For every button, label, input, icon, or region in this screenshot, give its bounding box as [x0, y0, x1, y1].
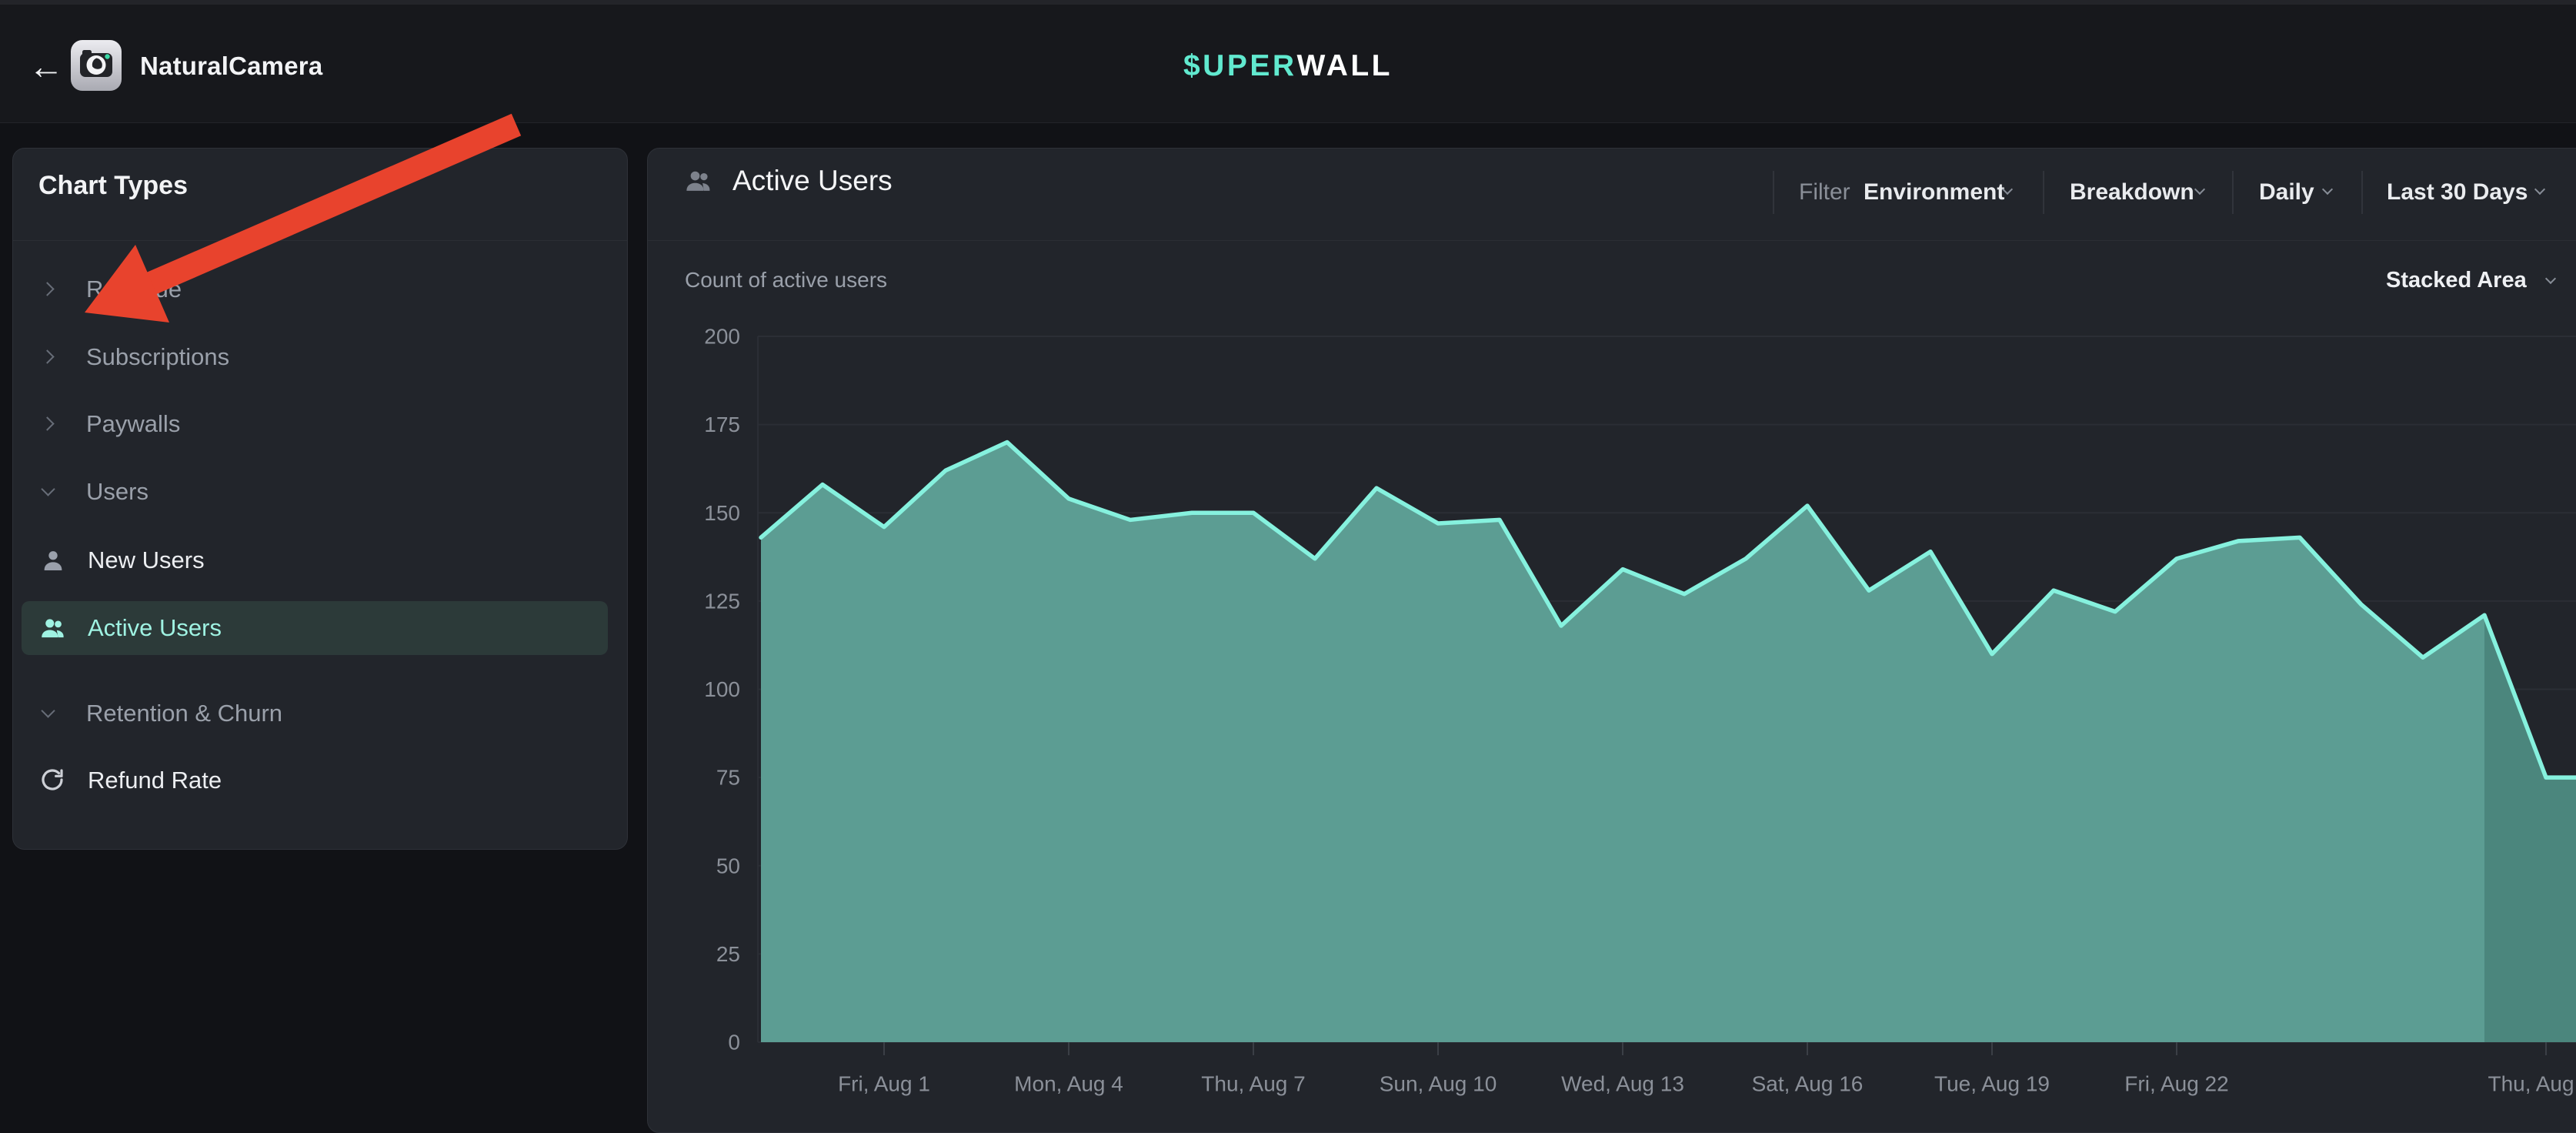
svg-text:Thu, Aug 7: Thu, Aug 7 — [1201, 1072, 1305, 1096]
svg-text:75: 75 — [716, 766, 740, 790]
svg-text:Sat, Aug 16: Sat, Aug 16 — [1752, 1072, 1864, 1096]
svg-text:150: 150 — [704, 501, 740, 525]
svg-text:125: 125 — [704, 589, 740, 613]
svg-text:Fri, Aug 1: Fri, Aug 1 — [838, 1072, 930, 1096]
svg-text:175: 175 — [704, 413, 740, 436]
svg-text:25: 25 — [716, 942, 740, 966]
svg-text:Tue, Aug 19: Tue, Aug 19 — [1934, 1072, 2050, 1096]
svg-text:Mon, Aug 4: Mon, Aug 4 — [1014, 1072, 1123, 1096]
svg-text:0: 0 — [728, 1031, 740, 1054]
svg-text:Thu, Aug 28: Thu, Aug 28 — [2488, 1072, 2576, 1096]
svg-text:100: 100 — [704, 677, 740, 701]
active-users-area-chart: 0 25 50 75 100 125 150 175 200 Fri, Aug 1 Mon, Aug… — [0, 0, 2576, 1113]
svg-text:50: 50 — [716, 854, 740, 877]
svg-text:200: 200 — [704, 325, 740, 349]
svg-text:Fri, Aug 22: Fri, Aug 22 — [2124, 1072, 2228, 1096]
page: { "topbar": { "app_name": "NaturalCamera… — [0, 0, 2576, 1113]
svg-text:Sun, Aug 10: Sun, Aug 10 — [1380, 1072, 1497, 1096]
svg-text:Wed, Aug 13: Wed, Aug 13 — [1561, 1072, 1684, 1096]
